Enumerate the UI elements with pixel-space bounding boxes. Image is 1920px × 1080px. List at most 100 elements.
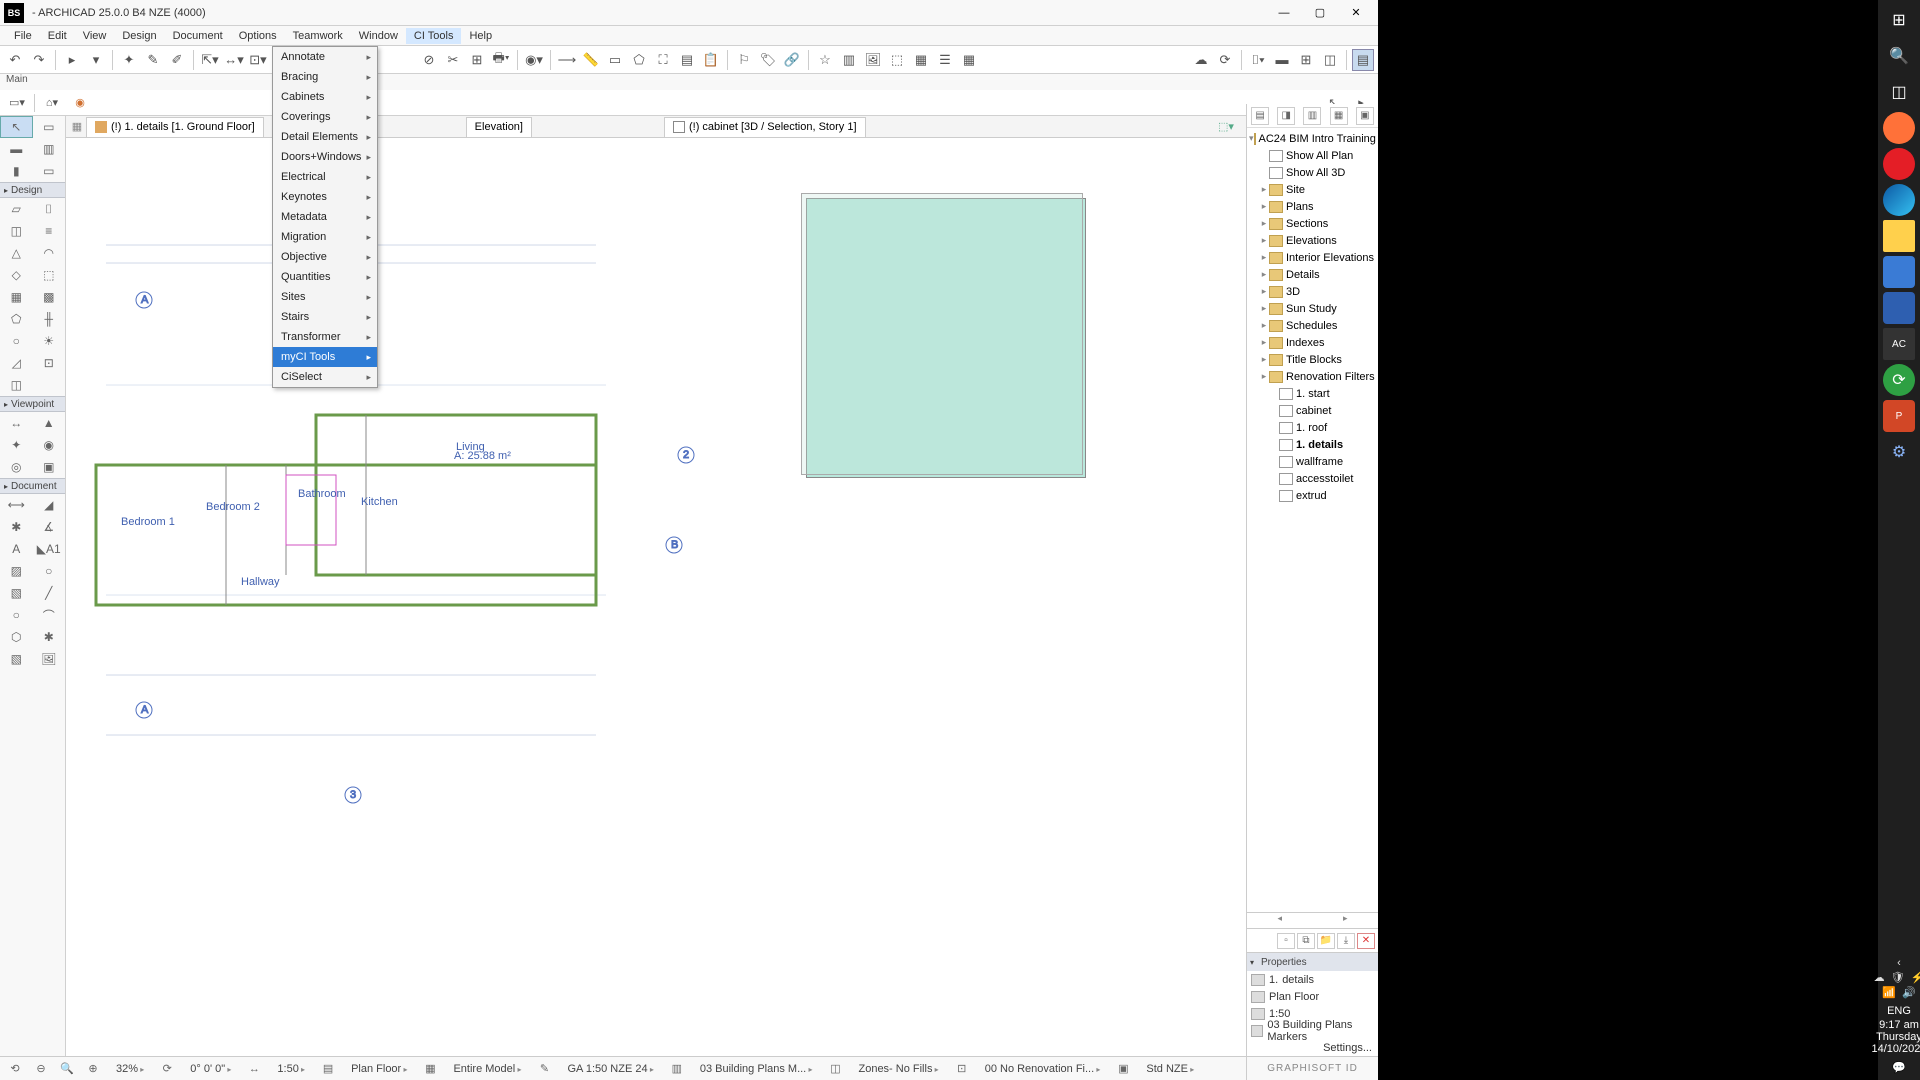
nav-dup-icon[interactable]: ⧉ bbox=[1297, 933, 1315, 949]
std-field[interactable]: Std NZE bbox=[1140, 1063, 1200, 1075]
object-tool[interactable]: ⬚ bbox=[33, 264, 66, 286]
menu-window[interactable]: Window bbox=[351, 28, 406, 44]
zone-tool[interactable]: ▦ bbox=[0, 286, 33, 308]
angle-tool[interactable]: ∡ bbox=[33, 516, 66, 538]
hatch-tool[interactable]: ▧ bbox=[0, 582, 33, 604]
tree-item[interactable]: ▸Indexes bbox=[1249, 334, 1376, 351]
label-tool[interactable]: ◣A1 bbox=[33, 538, 66, 560]
pen-sb-icon[interactable]: ✎ bbox=[535, 1060, 553, 1078]
tree-item[interactable]: ▸Renovation Filters bbox=[1249, 368, 1376, 385]
poly-tool[interactable]: ⬡ bbox=[0, 626, 33, 648]
tree-item[interactable]: ▸Title Blocks bbox=[1249, 351, 1376, 368]
layer-field[interactable]: Plan Floor bbox=[345, 1063, 413, 1075]
new-icon[interactable]: ▸ bbox=[61, 49, 83, 71]
zoom-field[interactable]: 32% bbox=[110, 1063, 150, 1075]
opening-tool[interactable]: ○ bbox=[0, 330, 33, 352]
notifications-icon[interactable]: 💬 bbox=[1892, 1061, 1906, 1074]
undo-icon[interactable]: ↶ bbox=[4, 49, 26, 71]
link-icon[interactable]: 🔗 bbox=[781, 49, 803, 71]
wifi-tray-icon[interactable]: 📶 bbox=[1882, 986, 1896, 999]
box-icon[interactable]: ⬚ bbox=[886, 49, 908, 71]
firefox-icon[interactable] bbox=[1883, 112, 1915, 144]
fav-icon[interactable]: ☆ bbox=[814, 49, 836, 71]
tree-item[interactable]: ▸3D bbox=[1249, 283, 1376, 300]
model-icon[interactable]: ▦ bbox=[421, 1060, 439, 1078]
tree-item[interactable]: ▸Details bbox=[1249, 266, 1376, 283]
nav-project-icon[interactable]: ▤ bbox=[1251, 107, 1269, 125]
nav-delete-icon[interactable]: ✕ bbox=[1357, 933, 1375, 949]
circle-tool[interactable]: ○ bbox=[0, 604, 33, 626]
corner-tool[interactable]: ◿ bbox=[0, 352, 33, 374]
tab-details[interactable]: (!) 1. details [1. Ground Floor] bbox=[86, 117, 264, 137]
redo-icon[interactable]: ↷ bbox=[28, 49, 50, 71]
app1-icon[interactable] bbox=[1883, 256, 1915, 288]
menu-myci-tools[interactable]: myCI Tools bbox=[273, 347, 377, 367]
scale-field[interactable]: 1:50 bbox=[271, 1063, 311, 1075]
drawing-tool[interactable]: ▧ bbox=[0, 648, 33, 670]
menu-view[interactable]: View bbox=[75, 28, 115, 44]
menu-metadata[interactable]: Metadata bbox=[273, 207, 377, 227]
sheet-icon[interactable]: ▥ bbox=[838, 49, 860, 71]
tree-item[interactable]: 1. roof bbox=[1249, 419, 1376, 436]
settings-app-icon[interactable]: ⚙ bbox=[1883, 436, 1915, 468]
img-icon[interactable]: 🖼 bbox=[862, 49, 884, 71]
dim-tool[interactable]: ⟷ bbox=[0, 494, 33, 516]
menu-doors-windows[interactable]: Doors+Windows bbox=[273, 147, 377, 167]
measure-icon[interactable]: ⟶ bbox=[556, 49, 578, 71]
tree-item[interactable]: ▸Interior Elevations bbox=[1249, 249, 1376, 266]
railing-tool[interactable]: ╫ bbox=[33, 308, 66, 330]
tree-item[interactable]: 1. details bbox=[1249, 436, 1376, 453]
win-icon[interactable]: ◫ bbox=[1319, 49, 1341, 71]
lamp-tool[interactable]: ☀ bbox=[33, 330, 66, 352]
menu-options[interactable]: Options bbox=[231, 28, 285, 44]
panel-icon[interactable]: ▤ bbox=[1352, 49, 1374, 71]
open-icon[interactable]: ▾ bbox=[85, 49, 107, 71]
clock[interactable]: 9:17 am Thursday 14/10/2021 bbox=[1871, 1019, 1920, 1055]
start-icon[interactable]: ⊞ bbox=[1883, 4, 1915, 36]
trace-icon[interactable]: ◉ bbox=[69, 92, 91, 114]
menu-objective[interactable]: Objective bbox=[273, 247, 377, 267]
cut-icon[interactable]: ✂ bbox=[442, 49, 464, 71]
frame-icon[interactable]: ▦ bbox=[910, 49, 932, 71]
pen-field[interactable]: GA 1:50 NZE 24 bbox=[561, 1063, 659, 1075]
tree-item[interactable]: 1. start bbox=[1249, 385, 1376, 402]
zoom-in-icon[interactable]: ⊕ bbox=[84, 1060, 102, 1078]
nav-view-icon[interactable]: ◨ bbox=[1277, 107, 1295, 125]
roof-tool[interactable]: △ bbox=[0, 242, 33, 264]
plans-icon[interactable]: ▥ bbox=[668, 1060, 686, 1078]
tree-item[interactable]: cabinet bbox=[1249, 402, 1376, 419]
ruler-icon[interactable]: 📏 bbox=[580, 49, 602, 71]
curtain-tool[interactable]: ▥ bbox=[33, 138, 66, 160]
menu-annotate[interactable]: Annotate bbox=[273, 47, 377, 67]
security-tray-icon[interactable]: 🛡 bbox=[1891, 971, 1905, 984]
wall-icon[interactable]: ▬ bbox=[1271, 49, 1293, 71]
worksheet-tool[interactable]: ▣ bbox=[33, 456, 66, 478]
menu-detail-elements[interactable]: Detail Elements bbox=[273, 127, 377, 147]
maximize-button[interactable]: ▢ bbox=[1302, 2, 1338, 24]
tree-item[interactable]: extrud bbox=[1249, 487, 1376, 504]
nav-tree[interactable]: ▾AC24 BIM Intro Training Bac Show All Pl… bbox=[1247, 128, 1378, 912]
suspend-icon[interactable]: ⊘ bbox=[418, 49, 440, 71]
extra-tool[interactable]: ◫ bbox=[0, 374, 33, 396]
radial-tool[interactable]: ✱ bbox=[0, 516, 33, 538]
marquee-dd-icon[interactable]: ▭▾ bbox=[6, 92, 28, 114]
stair-tool[interactable]: ≡ bbox=[33, 220, 66, 242]
window-tool[interactable]: ◫ bbox=[0, 220, 33, 242]
sync-app-icon[interactable]: ⟳ bbox=[1883, 364, 1915, 396]
taskview-icon[interactable]: ◫ bbox=[1883, 76, 1915, 108]
zones-icon[interactable]: ◫ bbox=[826, 1060, 844, 1078]
door-tool[interactable]: ⌷ bbox=[33, 198, 66, 220]
line-dd-icon[interactable]: ↔▾ bbox=[223, 49, 245, 71]
reno-icon[interactable]: ⊡ bbox=[953, 1060, 971, 1078]
magic-wand-icon[interactable]: ✦ bbox=[118, 49, 140, 71]
close-button[interactable]: ✕ bbox=[1338, 2, 1374, 24]
layout-icon[interactable]: ⊞ bbox=[1295, 49, 1317, 71]
spline-tool[interactable]: ✱ bbox=[33, 626, 66, 648]
sync-icon[interactable]: ⟳ bbox=[1214, 49, 1236, 71]
search-icon[interactable]: 🔍 bbox=[1883, 40, 1915, 72]
select-poly-icon[interactable]: ⬠ bbox=[628, 49, 650, 71]
figure-tool[interactable]: 🖼 bbox=[33, 648, 66, 670]
menu-coverings[interactable]: Coverings bbox=[273, 107, 377, 127]
arrow-dd-icon[interactable]: ⇱▾ bbox=[199, 49, 221, 71]
nav-pub-icon[interactable]: ▦ bbox=[1330, 107, 1348, 125]
